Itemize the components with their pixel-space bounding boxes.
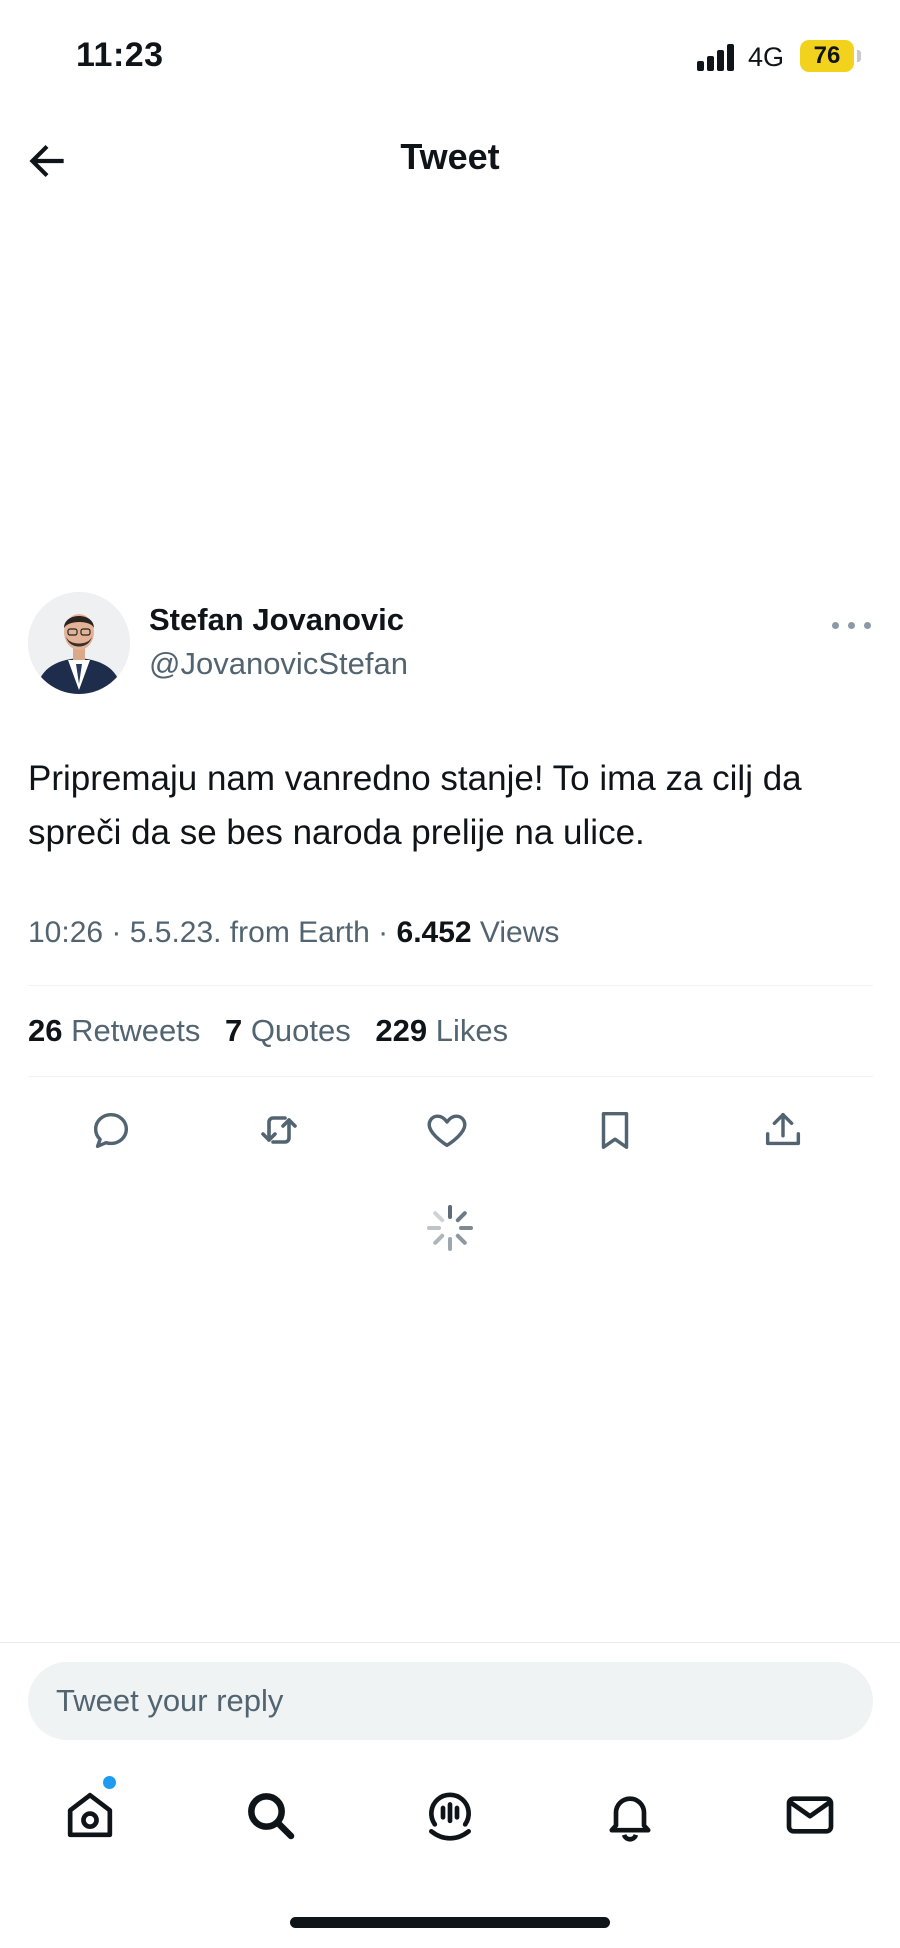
- status-bar: 11:23 4G 76: [0, 0, 900, 110]
- tweet-actions: [0, 1100, 900, 1160]
- page-title: Tweet: [400, 136, 500, 177]
- tweet-stats: 26 Retweets 7 Quotes 229 Likes: [28, 1013, 524, 1049]
- likes-stat[interactable]: 229 Likes: [375, 1013, 508, 1049]
- signal-strength-icon: [697, 43, 737, 71]
- top-nav: Tweet: [0, 120, 900, 200]
- divider: [28, 985, 873, 986]
- views-label: Views: [471, 916, 560, 949]
- tweet-text: Pripremaju nam vanredno stanje! To ima z…: [28, 759, 802, 852]
- views-count: 6.452: [396, 916, 472, 949]
- like-icon: [427, 1114, 467, 1148]
- network-type: 4G: [748, 42, 785, 72]
- tab-notifications[interactable]: [595, 1780, 665, 1850]
- messages-icon: [786, 1796, 834, 1834]
- loading-spinner-icon: [425, 1203, 475, 1253]
- author-name[interactable]: Stefan Jovanovic: [149, 602, 404, 638]
- retweets-count: 26: [28, 1013, 63, 1048]
- search-icon: [248, 1793, 295, 1840]
- avatar[interactable]: [28, 592, 130, 694]
- tweet-meta: 10:26 · 5.5.23. from Earth · 6.452 Views: [28, 916, 559, 950]
- reply-icon: [93, 1112, 129, 1149]
- share-icon: [765, 1112, 801, 1146]
- divider: [28, 1076, 873, 1077]
- battery-tip: [857, 50, 861, 62]
- reply-button[interactable]: [81, 1100, 141, 1160]
- tab-messages[interactable]: [775, 1780, 845, 1850]
- bottom-tab-bar: [0, 1760, 900, 1870]
- quotes-count: 7: [224, 1013, 243, 1048]
- author-handle[interactable]: @JovanovicStefan: [149, 646, 408, 682]
- home-icon: [67, 1792, 113, 1838]
- retweets-stat[interactable]: 26 Retweets: [28, 1013, 200, 1049]
- notification-dot: [103, 1776, 116, 1789]
- quotes-label: Quotes: [242, 1013, 351, 1048]
- avatar-photo: [28, 592, 130, 694]
- share-button[interactable]: [753, 1100, 813, 1160]
- status-time: 11:23: [76, 36, 164, 74]
- tab-search[interactable]: [235, 1780, 305, 1850]
- retweets-label: Retweets: [62, 1013, 201, 1048]
- more-options-icon[interactable]: [830, 610, 874, 640]
- retweet-icon: [261, 1116, 297, 1144]
- spaces-icon: [429, 1792, 471, 1841]
- likes-label: Likes: [427, 1013, 509, 1048]
- notifications-icon: [609, 1796, 651, 1842]
- tab-spaces[interactable]: [415, 1780, 485, 1850]
- tab-home[interactable]: [55, 1780, 125, 1850]
- like-button[interactable]: [417, 1100, 477, 1160]
- bookmark-icon: [601, 1111, 629, 1149]
- battery-icon: 76: [800, 40, 854, 72]
- home-indicator: [290, 1917, 610, 1928]
- retweet-button[interactable]: [249, 1100, 309, 1160]
- reply-input[interactable]: [28, 1662, 873, 1740]
- bookmark-button[interactable]: [585, 1100, 645, 1160]
- divider: [0, 1642, 900, 1643]
- likes-count: 229: [375, 1013, 428, 1048]
- quotes-stat[interactable]: 7 Quotes: [225, 1013, 351, 1049]
- tweet-timestamp: 10:26 · 5.5.23. from Earth ·: [28, 916, 397, 949]
